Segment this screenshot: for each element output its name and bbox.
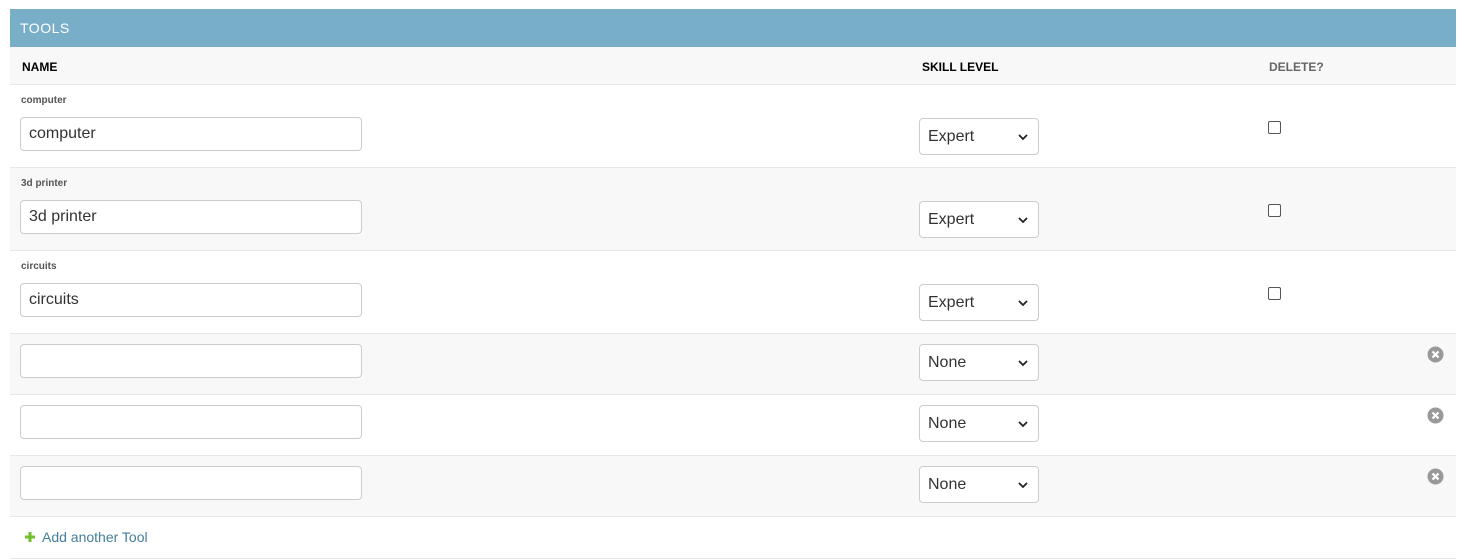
name-input[interactable]: computer xyxy=(20,117,362,151)
table-row: computer computer Expert xyxy=(10,85,1456,168)
chevron-down-icon xyxy=(1018,421,1028,428)
name-input[interactable] xyxy=(20,344,362,378)
chevron-down-icon xyxy=(1018,217,1028,224)
row-object-label: circuits xyxy=(21,261,57,272)
chevron-down-icon xyxy=(1018,134,1028,141)
skill-level-value: None xyxy=(928,354,967,371)
name-input[interactable] xyxy=(20,405,362,439)
name-input[interactable] xyxy=(20,466,362,500)
skill-level-value: Expert xyxy=(928,128,975,145)
skill-level-value: None xyxy=(928,476,967,493)
table-row: None xyxy=(10,456,1456,517)
name-input[interactable]: circuits xyxy=(20,283,362,317)
skill-level-select[interactable]: Expert xyxy=(919,201,1039,238)
skill-level-select[interactable]: Expert xyxy=(919,284,1039,321)
skill-level-select[interactable]: None xyxy=(919,466,1039,503)
skill-level-value: None xyxy=(928,415,967,432)
section-title: TOOLS xyxy=(10,9,1456,47)
column-header-name: NAME xyxy=(22,60,58,74)
delete-checkbox[interactable] xyxy=(1268,121,1281,134)
section-title-text: TOOLS xyxy=(20,20,70,36)
chevron-down-icon xyxy=(1018,360,1028,367)
remove-row-icon[interactable] xyxy=(1427,407,1444,424)
skill-level-select[interactable]: Expert xyxy=(919,118,1039,155)
column-header-skill-level: SKILL LEVEL xyxy=(922,60,999,74)
table-row: None xyxy=(10,334,1456,395)
skill-level-select[interactable]: None xyxy=(919,405,1039,442)
skill-level-select[interactable]: None xyxy=(919,344,1039,381)
add-another-tool-label: Add another Tool xyxy=(42,529,148,545)
column-header-delete: DELETE? xyxy=(1269,60,1324,74)
chevron-down-icon xyxy=(1018,482,1028,489)
row-object-label: computer xyxy=(21,95,67,106)
table-header: NAME SKILL LEVEL DELETE? xyxy=(10,47,1456,85)
table-row: None xyxy=(10,395,1456,456)
name-input[interactable]: 3d printer xyxy=(20,200,362,234)
row-object-label: 3d printer xyxy=(21,178,68,189)
delete-checkbox[interactable] xyxy=(1268,287,1281,300)
skill-level-value: Expert xyxy=(928,294,975,311)
remove-row-icon[interactable] xyxy=(1427,468,1444,485)
table-row: 3d printer 3d printer Expert xyxy=(10,168,1456,251)
tools-inline-group: TOOLS NAME SKILL LEVEL DELETE? computer … xyxy=(10,9,1456,559)
add-another-tool-link[interactable]: Add another Tool xyxy=(24,529,148,545)
delete-checkbox[interactable] xyxy=(1268,204,1281,217)
add-row: Add another Tool xyxy=(10,517,1456,559)
plus-icon xyxy=(25,532,35,542)
table-row: circuits circuits Expert xyxy=(10,251,1456,334)
remove-row-icon[interactable] xyxy=(1427,346,1444,363)
skill-level-value: Expert xyxy=(928,211,975,228)
chevron-down-icon xyxy=(1018,300,1028,307)
